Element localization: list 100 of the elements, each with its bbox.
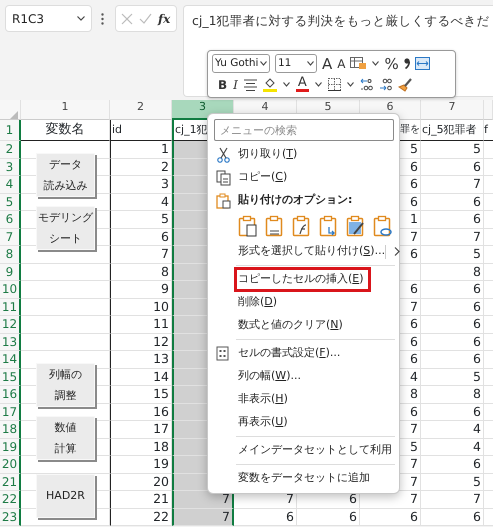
table-cell: 4 [421,438,484,456]
table-cell: 7 [172,508,234,526]
row-header[interactable]: 13 [0,334,21,351]
row-header[interactable]: 2 [0,141,21,158]
more-icon[interactable] [101,13,104,25]
format-painter-icon[interactable] [398,77,413,92]
table-cell: 6 [421,456,484,474]
bold-button[interactable]: B [218,76,228,92]
font-dropdown[interactable]: Yu Gothi [212,54,270,73]
row-header[interactable]: 16 [0,386,21,404]
table-style-icon[interactable] [350,57,368,70]
table-cell: 6 [297,508,360,526]
column-name-cell: 変数名 [21,120,110,141]
row-header[interactable]: 8 [0,246,21,264]
merge-center-icon[interactable] [414,57,430,70]
table-cell: 6 [421,281,484,298]
format-cells-icon [216,346,231,362]
table-cell: 7 [172,491,234,508]
column-name-cell: id [110,120,172,141]
table-cell: 7 [421,228,484,246]
row-header[interactable]: 10 [0,281,21,298]
table-cell: 6 [421,298,484,316]
row-header[interactable]: 17 [0,404,21,421]
grow-font-button[interactable]: A [322,56,332,72]
table-cell: 7 [421,491,484,508]
column-header[interactable]: 7 [421,100,484,120]
caret-icon[interactable] [372,61,380,66]
row-header[interactable]: 14 [0,351,21,368]
copy-icon [216,170,231,186]
insert-function-button[interactable]: fx [158,10,170,28]
table-cell: 6 [421,351,484,368]
name-box[interactable]: R1C3 [5,5,92,32]
row-header[interactable]: 6 [0,211,21,228]
caret-icon[interactable] [307,61,314,66]
row-header[interactable]: 22 [0,491,21,508]
table-cell: 6 [234,508,297,526]
caret-icon[interactable] [77,16,85,21]
table-cell: 6 [421,158,484,176]
table-cell: 7 [421,176,484,194]
chevron-right-icon[interactable] [394,247,400,256]
font-size-dropdown[interactable]: 11 [275,54,317,73]
column-header[interactable]: 2 [110,100,172,120]
table-cell: 6 [421,194,484,211]
row-header[interactable]: 23 [0,508,21,526]
row-header[interactable]: 4 [0,176,21,194]
italic-button[interactable]: I [233,76,238,92]
row-header[interactable]: 3 [0,158,21,176]
font-color-button[interactable]: A [296,77,309,92]
sheet-button[interactable]: データ 読み込み [36,153,95,197]
table-cell: 6 [421,508,484,526]
align-center-icon[interactable] [244,78,257,90]
caret-icon[interactable] [314,82,322,87]
column-name-cell: cj_5犯罪者 [421,120,484,141]
table-cell: 6 [360,508,421,526]
column-header[interactable]: 1 [21,100,110,120]
row-header[interactable]: 21 [0,474,21,491]
table-cell: 6 [421,334,484,351]
row-header[interactable]: 9 [0,264,21,281]
menu-search-field[interactable]: メニューの検索 [214,119,394,141]
decrease-decimal-icon[interactable] [378,78,392,91]
row-header[interactable]: 7 [0,228,21,246]
row-header[interactable]: 5 [0,194,21,211]
paste-option-icon[interactable] [238,215,257,237]
sheet-button[interactable]: モデリング シート [36,206,95,250]
row-header[interactable]: 1 [0,120,21,141]
row-header[interactable]: 11 [0,298,21,316]
caret-icon[interactable] [282,82,290,87]
row-header[interactable]: 19 [0,438,21,456]
row-header[interactable]: 18 [0,421,21,438]
column-name-cell: f [484,120,493,141]
clipboard-icon [216,193,231,209]
caret-icon[interactable] [260,61,267,66]
check-icon[interactable] [139,13,152,24]
table-cell: 8 [421,386,484,404]
sheet-button[interactable]: 数値 計算 [36,416,95,460]
fill-color-icon[interactable] [262,77,277,92]
borders-icon[interactable] [328,78,341,91]
cut-icon [216,147,231,163]
table-cell: 6 [421,316,484,334]
comma-style-icon[interactable] [404,58,410,69]
paste-option-icon[interactable] [265,215,284,237]
row-header[interactable]: 12 [0,316,21,334]
table-cell: 6 [421,211,484,228]
table-cell: 6 [421,404,484,421]
table-cell: 8 [421,264,484,281]
sheet-button[interactable]: 列幅の 調整 [36,363,95,407]
increase-decimal-icon[interactable] [360,78,373,91]
table-cell: 5 [421,474,484,491]
paste-option-icon[interactable] [346,215,365,237]
table-cell: 5 [421,141,484,158]
percent-button[interactable]: % [384,56,399,72]
paste-option-icon[interactable] [292,215,311,237]
table-cell: 5 [421,246,484,264]
row-header[interactable]: 15 [0,368,21,386]
row-header[interactable]: 20 [0,456,21,474]
shrink-font-button[interactable]: A [337,56,346,72]
table-cell: 5 [421,368,484,386]
table-cell: 4 [421,421,484,438]
caret-icon[interactable] [346,82,354,87]
sheet-button[interactable]: HAD2R [36,474,95,518]
